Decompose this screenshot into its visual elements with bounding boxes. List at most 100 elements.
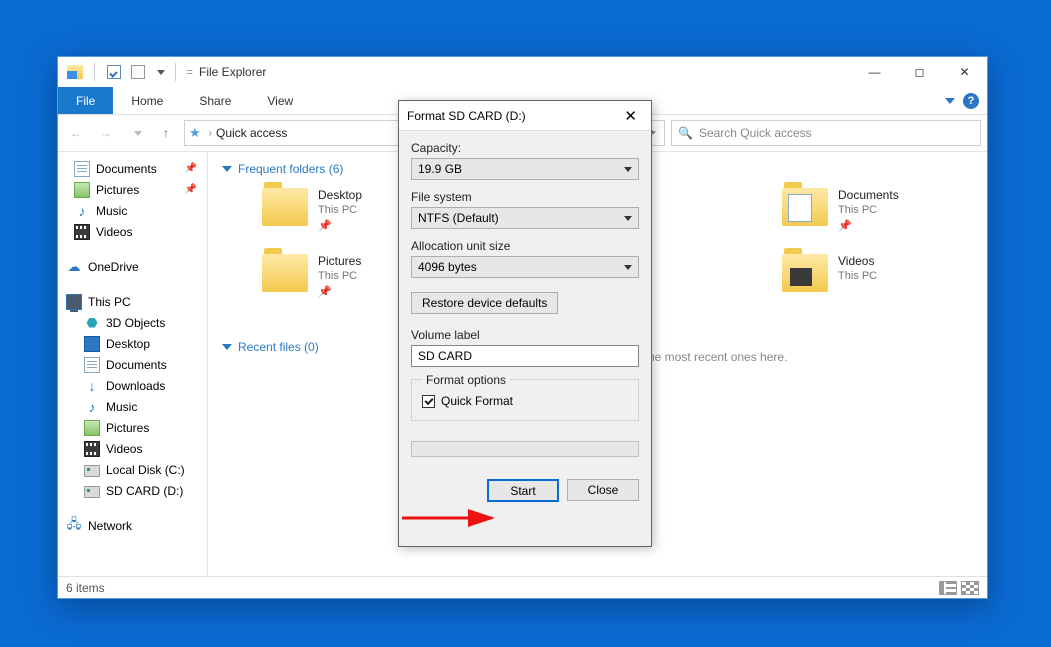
ribbon-collapse-icon[interactable] — [945, 98, 955, 104]
folder-icon — [262, 254, 308, 292]
folder-item-documents[interactable]: Documents This PC 📌 — [782, 188, 952, 244]
close-button[interactable]: Close — [567, 479, 639, 501]
search-box[interactable]: 🔍 Search Quick access — [671, 120, 981, 146]
restore-defaults-button[interactable]: Restore device defaults — [411, 292, 558, 314]
checkbox-label: Quick Format — [441, 394, 513, 408]
sidebar-item-onedrive[interactable]: ☁OneDrive — [60, 256, 207, 277]
sidebar-item-music[interactable]: ♪ Music — [60, 200, 207, 221]
music-icon: ♪ — [74, 203, 90, 219]
sidebar-item-3dobjects[interactable]: ⬣ 3D Objects — [60, 312, 207, 333]
start-button[interactable]: Start — [487, 479, 559, 502]
window-controls: — ◻ ✕ — [852, 58, 987, 87]
pin-icon: 📌 — [318, 285, 361, 298]
empty-recent-helper-text: he most recent ones here. — [648, 350, 787, 364]
sidebar-item-pictures2[interactable]: Pictures — [60, 417, 207, 438]
sidebar-item-documents[interactable]: Documents📌 — [60, 158, 207, 179]
sidebar-item-localdisk[interactable]: Local Disk (C:) — [60, 459, 207, 480]
format-options-fieldset: Format options Quick Format — [411, 379, 639, 421]
properties-qat-button[interactable] — [105, 63, 123, 81]
ribbon-tab-home[interactable]: Home — [113, 87, 181, 114]
thispc-icon — [66, 294, 82, 310]
minimize-button[interactable]: — — [852, 58, 897, 87]
sidebar-item-label: Downloads — [106, 379, 165, 393]
sidebar-item-pictures[interactable]: Pictures 📌 — [60, 179, 207, 200]
combo-value: 19.9 GB — [418, 162, 462, 176]
pictures-icon — [74, 182, 90, 198]
navigation-pane: Documents📌 Pictures 📌 ♪ Music Videos ☁OneD… — [58, 152, 208, 576]
chevron-right-icon[interactable]: › — [209, 128, 212, 139]
filesystem-combo[interactable]: NTFS (Default) — [411, 207, 639, 229]
section-title: Frequent folders (6) — [238, 162, 343, 176]
sidebar-item-label: OneDrive — [88, 260, 139, 274]
alloc-combo[interactable]: 4096 bytes — [411, 256, 639, 278]
quick-format-checkbox[interactable]: Quick Format — [422, 394, 628, 408]
address-text: Quick access — [216, 126, 287, 140]
sidebar-item-label: Pictures — [106, 421, 149, 435]
nav-history-dropdown[interactable] — [124, 121, 148, 145]
separator — [175, 63, 176, 81]
format-dialog: Format SD CARD (D:) ✕ Capacity: 19.9 GB … — [398, 100, 652, 547]
quick-access-star-icon: ★ — [189, 125, 201, 141]
disk-icon — [84, 465, 100, 477]
folder-title: Desktop — [318, 188, 362, 202]
folder-icon — [782, 254, 828, 292]
network-icon: 🖧 — [66, 518, 82, 534]
window-title: File Explorer — [199, 65, 266, 79]
file-tab[interactable]: File — [58, 87, 113, 114]
sidebar-item-documents2[interactable]: Documents — [60, 354, 207, 375]
pin-icon: 📌 — [185, 184, 203, 195]
alloc-label: Allocation unit size — [411, 239, 639, 253]
chevron-down-icon — [222, 166, 232, 172]
sidebar-item-label: 3D Objects — [106, 316, 165, 330]
chevron-down-icon — [222, 344, 232, 350]
details-view-button[interactable] — [939, 581, 957, 595]
sidebar-item-thispc[interactable]: This PC — [60, 291, 207, 312]
nav-forward-button[interactable]: → — [94, 121, 118, 145]
chevron-down-icon — [624, 216, 632, 221]
sidebar-item-label: Local Disk (C:) — [106, 463, 185, 477]
sidebar-item-label: Music — [96, 204, 127, 218]
music-icon: ♪ — [84, 399, 100, 415]
separator — [94, 63, 95, 81]
large-icons-view-button[interactable] — [961, 581, 979, 595]
ribbon-tab-share[interactable]: Share — [181, 87, 249, 114]
help-icon[interactable]: ? — [963, 93, 979, 109]
new-folder-qat-button[interactable] — [129, 63, 147, 81]
item-count: 6 items — [66, 581, 105, 595]
cube-icon: ⬣ — [84, 315, 100, 331]
capacity-combo[interactable]: 19.9 GB — [411, 158, 639, 180]
dialog-close-button[interactable]: ✕ — [618, 105, 643, 127]
sidebar-item-label: This PC — [88, 295, 131, 309]
close-button[interactable]: ✕ — [942, 58, 987, 87]
sidebar-item-sdcard[interactable]: SD CARD (D:) — [60, 480, 207, 501]
sidebar-item-network[interactable]: 🖧Network — [60, 515, 207, 536]
folder-title: Videos — [838, 254, 877, 268]
ribbon-tab-view[interactable]: View — [249, 87, 311, 114]
format-progress-bar — [411, 441, 639, 457]
folder-title: Documents — [838, 188, 899, 202]
folder-icon — [262, 188, 308, 226]
nav-up-button[interactable]: ↑ — [154, 121, 178, 145]
sidebar-item-music2[interactable]: ♪ Music — [60, 396, 207, 417]
sidebar-item-label: Documents — [96, 162, 157, 176]
folder-item-videos[interactable]: Videos This PC — [782, 254, 952, 310]
folder-subtitle: This PC — [318, 270, 361, 282]
sidebar-item-label: Videos — [106, 442, 142, 456]
section-title: Recent files (0) — [238, 340, 319, 354]
sidebar-item-desktop[interactable]: Desktop — [60, 333, 207, 354]
sidebar-item-videos2[interactable]: Videos — [60, 438, 207, 459]
qat-dropdown-icon[interactable] — [157, 70, 165, 75]
capacity-label: Capacity: — [411, 141, 639, 155]
sidebar-item-label: Pictures — [96, 183, 139, 197]
filesystem-label: File system — [411, 190, 639, 204]
downloads-icon: ↓ — [84, 378, 100, 394]
sidebar-item-label: Music — [106, 400, 137, 414]
sidebar-item-downloads[interactable]: ↓ Downloads — [60, 375, 207, 396]
videos-icon — [74, 224, 90, 240]
checkbox-icon — [422, 395, 435, 408]
pin-icon: 📌 — [838, 219, 899, 232]
sidebar-item-videos[interactable]: Videos — [60, 221, 207, 242]
nav-back-button[interactable]: ← — [64, 121, 88, 145]
volume-label-input[interactable] — [411, 345, 639, 367]
maximize-button[interactable]: ◻ — [897, 58, 942, 87]
